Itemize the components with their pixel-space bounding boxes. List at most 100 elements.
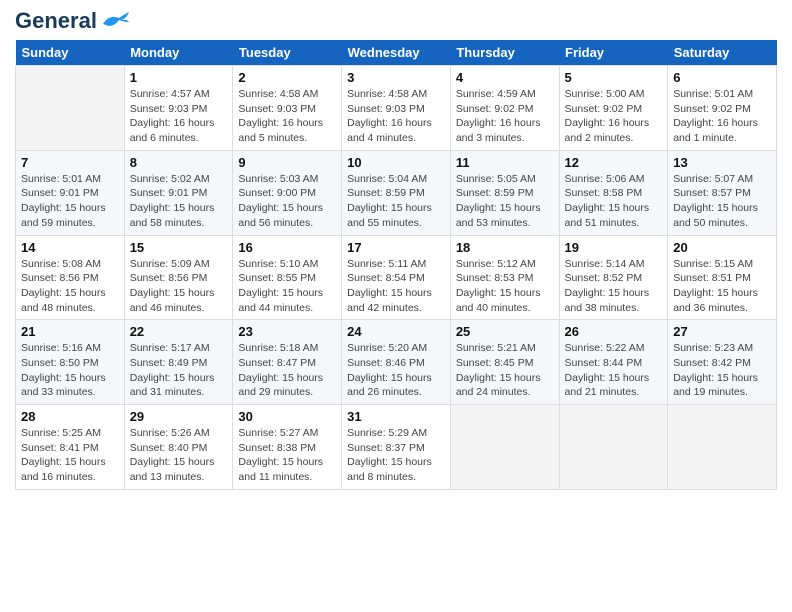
day-number: 28: [21, 409, 119, 424]
day-header-friday: Friday: [559, 40, 668, 66]
day-info: Sunrise: 5:20 AMSunset: 8:46 PMDaylight:…: [347, 341, 445, 400]
day-cell: 1 Sunrise: 4:57 AMSunset: 9:03 PMDayligh…: [124, 66, 233, 151]
day-info: Sunrise: 5:16 AMSunset: 8:50 PMDaylight:…: [21, 341, 119, 400]
day-info: Sunrise: 5:29 AMSunset: 8:37 PMDaylight:…: [347, 426, 445, 485]
day-info: Sunrise: 5:26 AMSunset: 8:40 PMDaylight:…: [130, 426, 228, 485]
day-cell: 2 Sunrise: 4:58 AMSunset: 9:03 PMDayligh…: [233, 66, 342, 151]
day-number: 23: [238, 324, 336, 339]
day-cell: 29 Sunrise: 5:26 AMSunset: 8:40 PMDaylig…: [124, 405, 233, 490]
day-number: 13: [673, 155, 771, 170]
day-info: Sunrise: 5:09 AMSunset: 8:56 PMDaylight:…: [130, 257, 228, 316]
header: General: [15, 10, 777, 32]
day-info: Sunrise: 5:01 AMSunset: 9:01 PMDaylight:…: [21, 172, 119, 231]
day-info: Sunrise: 5:03 AMSunset: 9:00 PMDaylight:…: [238, 172, 336, 231]
day-cell: 17 Sunrise: 5:11 AMSunset: 8:54 PMDaylig…: [342, 235, 451, 320]
day-header-wednesday: Wednesday: [342, 40, 451, 66]
day-cell: [668, 405, 777, 490]
day-info: Sunrise: 5:08 AMSunset: 8:56 PMDaylight:…: [21, 257, 119, 316]
day-cell: 24 Sunrise: 5:20 AMSunset: 8:46 PMDaylig…: [342, 320, 451, 405]
day-cell: [559, 405, 668, 490]
day-info: Sunrise: 5:11 AMSunset: 8:54 PMDaylight:…: [347, 257, 445, 316]
day-cell: 4 Sunrise: 4:59 AMSunset: 9:02 PMDayligh…: [450, 66, 559, 151]
day-info: Sunrise: 5:27 AMSunset: 8:38 PMDaylight:…: [238, 426, 336, 485]
day-number: 18: [456, 240, 554, 255]
day-cell: 30 Sunrise: 5:27 AMSunset: 8:38 PMDaylig…: [233, 405, 342, 490]
day-number: 29: [130, 409, 228, 424]
logo-text: General: [15, 10, 97, 32]
day-number: 24: [347, 324, 445, 339]
day-cell: 3 Sunrise: 4:58 AMSunset: 9:03 PMDayligh…: [342, 66, 451, 151]
day-info: Sunrise: 5:14 AMSunset: 8:52 PMDaylight:…: [565, 257, 663, 316]
week-row-1: 1 Sunrise: 4:57 AMSunset: 9:03 PMDayligh…: [16, 66, 777, 151]
week-row-2: 7 Sunrise: 5:01 AMSunset: 9:01 PMDayligh…: [16, 150, 777, 235]
day-number: 1: [130, 70, 228, 85]
calendar-table: SundayMondayTuesdayWednesdayThursdayFrid…: [15, 40, 777, 490]
day-info: Sunrise: 5:17 AMSunset: 8:49 PMDaylight:…: [130, 341, 228, 400]
day-number: 7: [21, 155, 119, 170]
day-info: Sunrise: 4:58 AMSunset: 9:03 PMDaylight:…: [238, 87, 336, 146]
day-cell: 16 Sunrise: 5:10 AMSunset: 8:55 PMDaylig…: [233, 235, 342, 320]
day-number: 11: [456, 155, 554, 170]
day-cell: 8 Sunrise: 5:02 AMSunset: 9:01 PMDayligh…: [124, 150, 233, 235]
day-number: 20: [673, 240, 771, 255]
day-number: 26: [565, 324, 663, 339]
day-info: Sunrise: 5:25 AMSunset: 8:41 PMDaylight:…: [21, 426, 119, 485]
day-cell: 22 Sunrise: 5:17 AMSunset: 8:49 PMDaylig…: [124, 320, 233, 405]
day-info: Sunrise: 5:22 AMSunset: 8:44 PMDaylight:…: [565, 341, 663, 400]
day-number: 2: [238, 70, 336, 85]
day-number: 21: [21, 324, 119, 339]
day-info: Sunrise: 5:02 AMSunset: 9:01 PMDaylight:…: [130, 172, 228, 231]
day-cell: 12 Sunrise: 5:06 AMSunset: 8:58 PMDaylig…: [559, 150, 668, 235]
day-number: 6: [673, 70, 771, 85]
week-row-5: 28 Sunrise: 5:25 AMSunset: 8:41 PMDaylig…: [16, 405, 777, 490]
day-number: 3: [347, 70, 445, 85]
day-cell: 31 Sunrise: 5:29 AMSunset: 8:37 PMDaylig…: [342, 405, 451, 490]
day-info: Sunrise: 5:06 AMSunset: 8:58 PMDaylight:…: [565, 172, 663, 231]
day-header-tuesday: Tuesday: [233, 40, 342, 66]
week-row-4: 21 Sunrise: 5:16 AMSunset: 8:50 PMDaylig…: [16, 320, 777, 405]
day-cell: [16, 66, 125, 151]
logo-bird-icon: [99, 10, 131, 32]
day-number: 10: [347, 155, 445, 170]
day-info: Sunrise: 5:12 AMSunset: 8:53 PMDaylight:…: [456, 257, 554, 316]
day-info: Sunrise: 5:15 AMSunset: 8:51 PMDaylight:…: [673, 257, 771, 316]
day-cell: 28 Sunrise: 5:25 AMSunset: 8:41 PMDaylig…: [16, 405, 125, 490]
day-info: Sunrise: 4:58 AMSunset: 9:03 PMDaylight:…: [347, 87, 445, 146]
day-number: 15: [130, 240, 228, 255]
day-info: Sunrise: 5:23 AMSunset: 8:42 PMDaylight:…: [673, 341, 771, 400]
day-info: Sunrise: 4:57 AMSunset: 9:03 PMDaylight:…: [130, 87, 228, 146]
logo: General: [15, 10, 131, 32]
day-number: 27: [673, 324, 771, 339]
day-cell: 26 Sunrise: 5:22 AMSunset: 8:44 PMDaylig…: [559, 320, 668, 405]
day-number: 25: [456, 324, 554, 339]
day-info: Sunrise: 4:59 AMSunset: 9:02 PMDaylight:…: [456, 87, 554, 146]
day-cell: 18 Sunrise: 5:12 AMSunset: 8:53 PMDaylig…: [450, 235, 559, 320]
day-info: Sunrise: 5:18 AMSunset: 8:47 PMDaylight:…: [238, 341, 336, 400]
day-number: 31: [347, 409, 445, 424]
day-info: Sunrise: 5:04 AMSunset: 8:59 PMDaylight:…: [347, 172, 445, 231]
day-cell: 13 Sunrise: 5:07 AMSunset: 8:57 PMDaylig…: [668, 150, 777, 235]
day-number: 8: [130, 155, 228, 170]
day-header-thursday: Thursday: [450, 40, 559, 66]
day-cell: 5 Sunrise: 5:00 AMSunset: 9:02 PMDayligh…: [559, 66, 668, 151]
day-number: 17: [347, 240, 445, 255]
day-cell: 27 Sunrise: 5:23 AMSunset: 8:42 PMDaylig…: [668, 320, 777, 405]
day-cell: 7 Sunrise: 5:01 AMSunset: 9:01 PMDayligh…: [16, 150, 125, 235]
day-header-saturday: Saturday: [668, 40, 777, 66]
day-cell: 19 Sunrise: 5:14 AMSunset: 8:52 PMDaylig…: [559, 235, 668, 320]
day-info: Sunrise: 5:00 AMSunset: 9:02 PMDaylight:…: [565, 87, 663, 146]
day-cell: 6 Sunrise: 5:01 AMSunset: 9:02 PMDayligh…: [668, 66, 777, 151]
day-number: 14: [21, 240, 119, 255]
day-info: Sunrise: 5:01 AMSunset: 9:02 PMDaylight:…: [673, 87, 771, 146]
day-cell: 11 Sunrise: 5:05 AMSunset: 8:59 PMDaylig…: [450, 150, 559, 235]
day-number: 5: [565, 70, 663, 85]
day-info: Sunrise: 5:10 AMSunset: 8:55 PMDaylight:…: [238, 257, 336, 316]
day-info: Sunrise: 5:21 AMSunset: 8:45 PMDaylight:…: [456, 341, 554, 400]
day-cell: 25 Sunrise: 5:21 AMSunset: 8:45 PMDaylig…: [450, 320, 559, 405]
day-number: 9: [238, 155, 336, 170]
day-header-row: SundayMondayTuesdayWednesdayThursdayFrid…: [16, 40, 777, 66]
day-cell: 23 Sunrise: 5:18 AMSunset: 8:47 PMDaylig…: [233, 320, 342, 405]
day-cell: [450, 405, 559, 490]
day-cell: 14 Sunrise: 5:08 AMSunset: 8:56 PMDaylig…: [16, 235, 125, 320]
day-number: 22: [130, 324, 228, 339]
